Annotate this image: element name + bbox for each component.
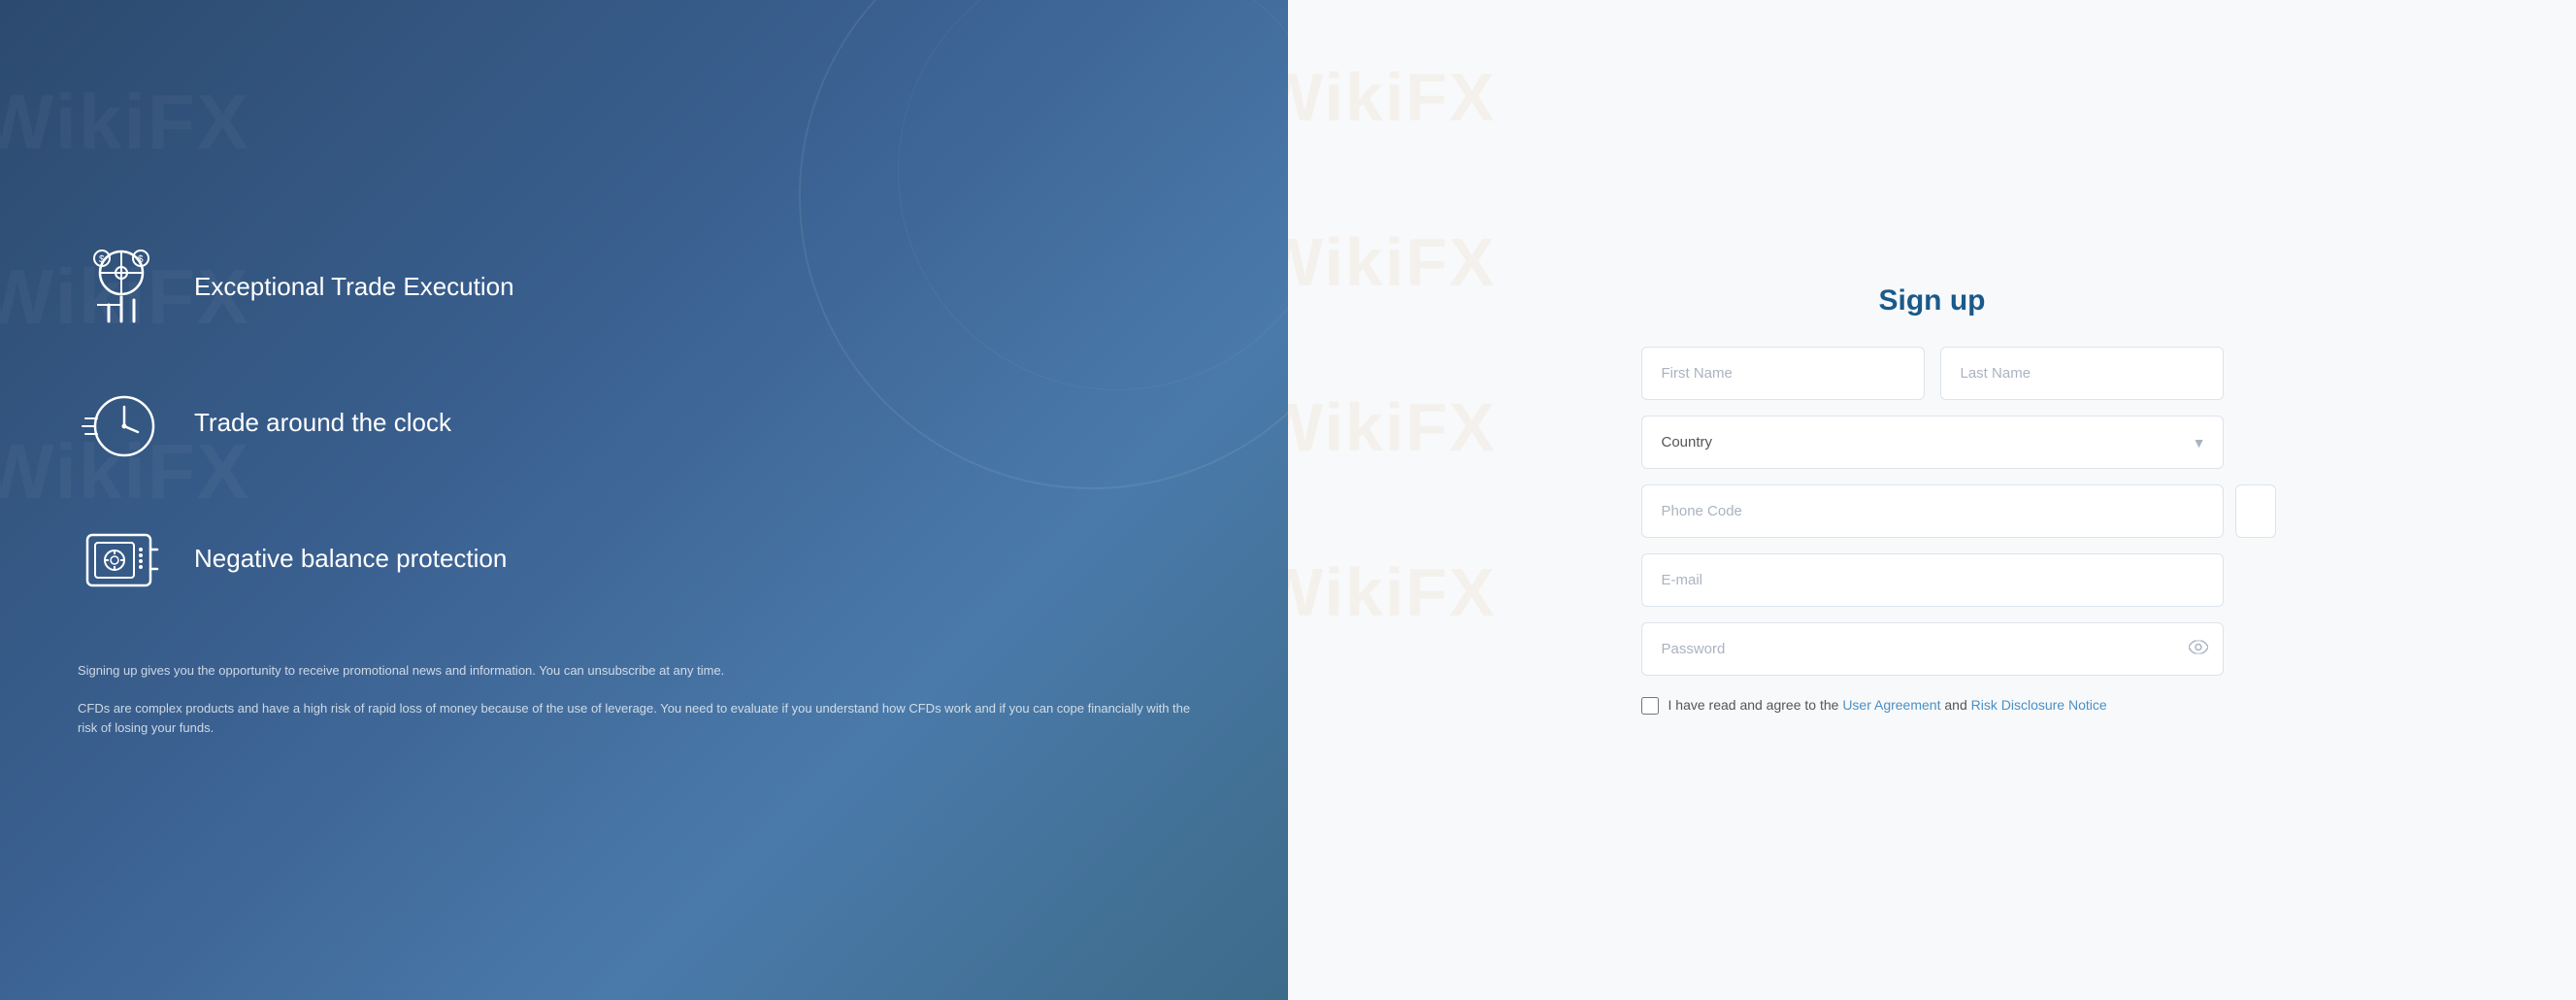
name-row xyxy=(1641,347,2224,400)
watermark-3: WikiFX xyxy=(0,427,250,517)
right-watermark-2: WikiFX xyxy=(1288,223,1497,301)
agreement-prefix: I have read and agree to the xyxy=(1668,697,1843,713)
agreement-row: I have read and agree to the User Agreem… xyxy=(1641,695,2224,716)
disclaimer-1: Signing up gives you the opportunity to … xyxy=(78,661,1210,682)
risk-disclosure-link[interactable]: Risk Disclosure Notice xyxy=(1971,697,2107,713)
disclaimer-section: Signing up gives you the opportunity to … xyxy=(78,661,1210,756)
email-input[interactable] xyxy=(1641,553,2224,607)
safe-icon xyxy=(78,516,165,603)
right-watermark-3: WikiFX xyxy=(1288,388,1497,466)
last-name-group xyxy=(1940,347,2224,400)
phone-row xyxy=(1641,484,2224,538)
feature-balance-protection: Negative balance protection xyxy=(78,516,1210,603)
password-group xyxy=(1641,622,2224,676)
country-select[interactable]: Country United States United Kingdom Aus… xyxy=(1641,416,2224,469)
first-name-input[interactable] xyxy=(1641,347,1925,400)
page-title: Sign up xyxy=(1641,284,2224,317)
right-panel: WikiFX WikiFX WikiFX WikiFX Sign up Coun… xyxy=(1288,0,2576,1000)
right-watermark-1: WikiFX xyxy=(1288,58,1497,136)
feature-balance-protection-title: Negative balance protection xyxy=(194,543,507,576)
phone-number-input[interactable] xyxy=(2235,484,2276,538)
password-input[interactable] xyxy=(1641,622,2224,676)
email-group xyxy=(1641,553,2224,607)
eye-icon[interactable] xyxy=(2189,640,2208,658)
last-name-input[interactable] xyxy=(1940,347,2224,400)
watermark-1: WikiFX xyxy=(0,78,250,167)
first-name-group xyxy=(1641,347,1925,400)
disclaimer-2: CFDs are complex products and have a hig… xyxy=(78,699,1210,740)
signup-form-container: Sign up Country United States United Kin… xyxy=(1641,284,2224,716)
country-select-wrapper: Country United States United Kingdom Aus… xyxy=(1641,416,2224,469)
agreement-connector: and xyxy=(1944,697,1970,713)
user-agreement-link[interactable]: User Agreement xyxy=(1842,697,1940,713)
phone-code-input[interactable] xyxy=(1641,484,2224,538)
agreement-label: I have read and agree to the User Agreem… xyxy=(1668,695,2107,716)
watermark-2: WikiFX xyxy=(0,252,250,342)
right-watermark-4: WikiFX xyxy=(1288,553,1497,631)
agreement-checkbox[interactable] xyxy=(1641,697,1659,715)
left-panel: WikiFX WikiFX WikiFX $ $ Exceptional Tra… xyxy=(0,0,1288,1000)
